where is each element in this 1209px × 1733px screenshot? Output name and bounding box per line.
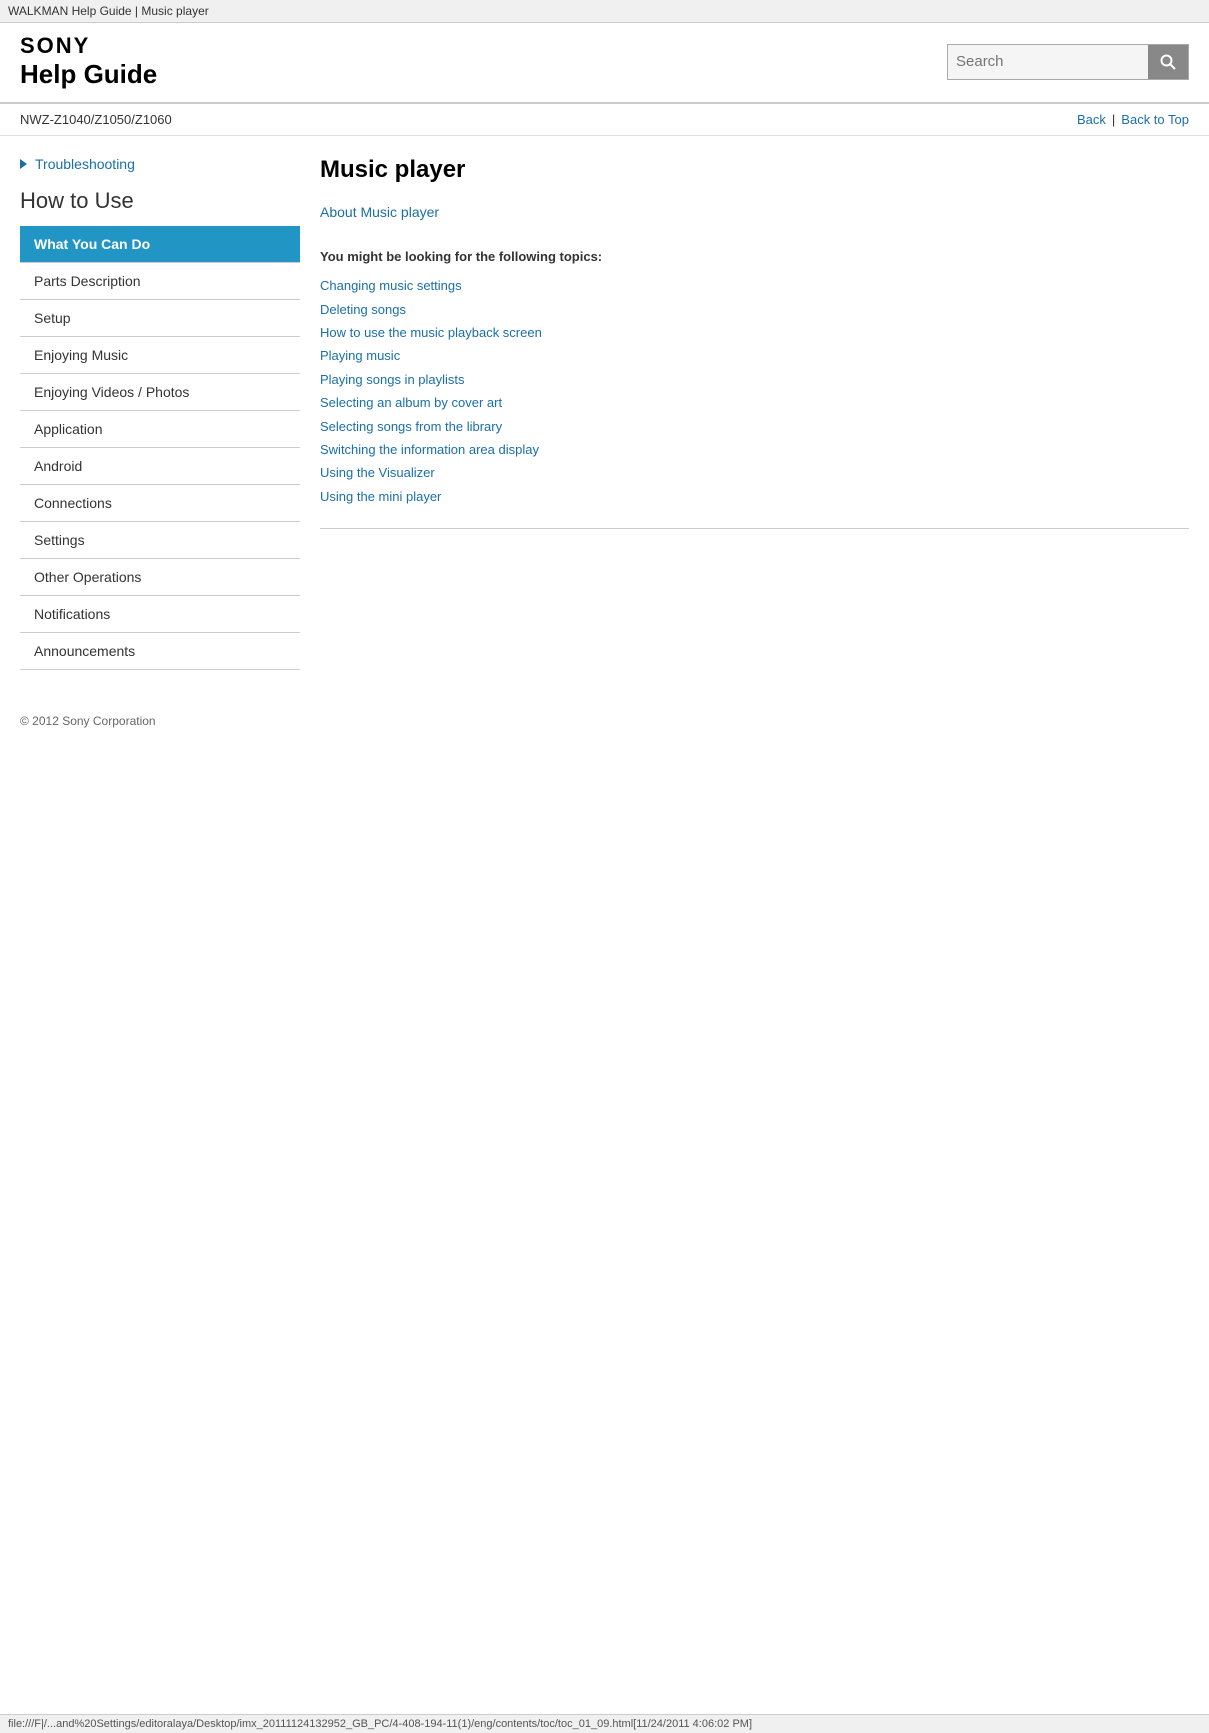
- logo-area: SONY Help Guide: [20, 33, 157, 90]
- topics-section: You might be looking for the following t…: [320, 249, 1189, 508]
- copyright: © 2012 Sony Corporation: [20, 714, 1189, 728]
- troubleshooting-section: Troubleshooting: [20, 156, 300, 172]
- sidebar-item-enjoying-videos-photos[interactable]: Enjoying Videos / Photos: [20, 374, 300, 411]
- topic-link-1[interactable]: Deleting songs: [320, 298, 1189, 321]
- topic-link-3[interactable]: Playing music: [320, 344, 1189, 367]
- search-area: [947, 44, 1189, 80]
- how-to-use-heading: How to Use: [20, 188, 300, 214]
- search-button[interactable]: [1148, 45, 1188, 79]
- browser-tab: WALKMAN Help Guide | Music player: [0, 0, 1209, 23]
- sidebar-item-setup[interactable]: Setup: [20, 300, 300, 337]
- help-guide-title: Help Guide: [20, 59, 157, 90]
- main-content: Troubleshooting How to Use What You Can …: [0, 136, 1209, 690]
- sidebar-item-what-you-can-do[interactable]: What You Can Do: [20, 226, 300, 263]
- nav-links: Back | Back to Top: [1077, 112, 1189, 127]
- sidebar: Troubleshooting How to Use What You Can …: [20, 156, 300, 670]
- sidebar-item-application[interactable]: Application: [20, 411, 300, 448]
- back-to-top-link[interactable]: Back to Top: [1121, 112, 1189, 127]
- sidebar-item-enjoying-music[interactable]: Enjoying Music: [20, 337, 300, 374]
- topic-link-7[interactable]: Switching the information area display: [320, 438, 1189, 461]
- sidebar-item-connections[interactable]: Connections: [20, 485, 300, 522]
- search-icon: [1159, 53, 1177, 71]
- sidebar-item-settings[interactable]: Settings: [20, 522, 300, 559]
- chevron-right-icon: [20, 159, 27, 169]
- sidebar-item-other-operations[interactable]: Other Operations: [20, 559, 300, 596]
- topic-link-0[interactable]: Changing music settings: [320, 274, 1189, 297]
- topic-link-5[interactable]: Selecting an album by cover art: [320, 391, 1189, 414]
- topics-heading: You might be looking for the following t…: [320, 249, 1189, 264]
- sony-logo: SONY: [20, 33, 157, 59]
- topic-link-4[interactable]: Playing songs in playlists: [320, 368, 1189, 391]
- topic-link-6[interactable]: Selecting songs from the library: [320, 415, 1189, 438]
- content-divider: [320, 528, 1189, 529]
- sidebar-item-announcements[interactable]: Announcements: [20, 633, 300, 670]
- content-area: Music player About Music player You migh…: [320, 156, 1189, 670]
- sidebar-item-parts-description[interactable]: Parts Description: [20, 263, 300, 300]
- topic-link-2[interactable]: How to use the music playback screen: [320, 321, 1189, 344]
- about-music-player-link[interactable]: About Music player: [320, 200, 1189, 225]
- back-link[interactable]: Back: [1077, 112, 1106, 127]
- browser-status: file:///F|/...and%20Settings/editoralaya…: [0, 1714, 1209, 1733]
- page-heading: Music player: [320, 156, 1189, 184]
- topic-links-list: Changing music settingsDeleting songsHow…: [320, 274, 1189, 508]
- topic-link-8[interactable]: Using the Visualizer: [320, 461, 1189, 484]
- sidebar-item-notifications[interactable]: Notifications: [20, 596, 300, 633]
- topic-link-9[interactable]: Using the mini player: [320, 485, 1189, 508]
- search-input[interactable]: [948, 45, 1148, 79]
- troubleshooting-link[interactable]: Troubleshooting: [20, 156, 300, 172]
- model-number: NWZ-Z1040/Z1050/Z1060: [20, 112, 172, 127]
- sidebar-item-android[interactable]: Android: [20, 448, 300, 485]
- sidebar-nav: What You Can DoParts DescriptionSetupEnj…: [20, 226, 300, 670]
- header: SONY Help Guide: [0, 23, 1209, 104]
- nav-bar: NWZ-Z1040/Z1050/Z1060 Back | Back to Top: [0, 104, 1209, 136]
